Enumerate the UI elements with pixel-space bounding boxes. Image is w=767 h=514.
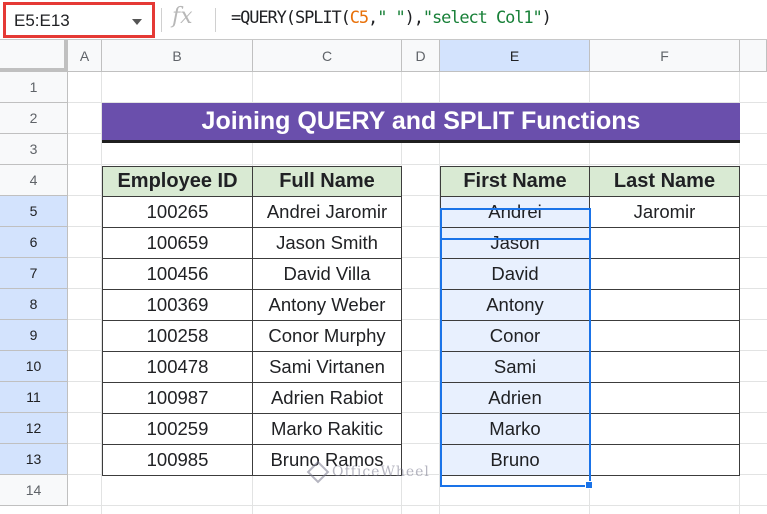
table-cell[interactable]: 100369 <box>102 290 253 321</box>
column-header-e[interactable]: E <box>440 40 590 72</box>
table-cell[interactable]: Antony <box>440 290 590 321</box>
table-cell[interactable] <box>590 290 740 321</box>
name-box-value: E5:E13 <box>14 11 70 30</box>
table-cell[interactable]: Conor Murphy <box>253 321 402 352</box>
function-icon: fx <box>172 4 193 29</box>
row-header-12[interactable]: 12 <box>0 413 68 444</box>
grid-line <box>68 505 767 506</box>
left-table-header[interactable]: Employee ID <box>102 166 253 197</box>
column-header-d[interactable]: D <box>402 40 440 72</box>
table-cell[interactable]: Andrei Jaromir <box>253 197 402 228</box>
row-header-9[interactable]: 9 <box>0 320 68 351</box>
fill-handle[interactable] <box>585 481 593 489</box>
table-cell[interactable]: Jason <box>440 228 590 259</box>
row-header-2[interactable]: 2 <box>0 103 68 134</box>
formula-suffix: ) <box>541 8 552 28</box>
divider <box>215 8 216 32</box>
table-cell[interactable]: 100258 <box>102 321 253 352</box>
divider <box>161 8 162 32</box>
formula-ref: C5 <box>349 8 369 28</box>
row-header-11[interactable]: 11 <box>0 382 68 413</box>
right-table-header[interactable]: Last Name <box>590 166 740 197</box>
left-table-header[interactable]: Full Name <box>253 166 402 197</box>
column-header-b[interactable]: B <box>102 40 253 72</box>
table-cell[interactable]: Andrei <box>440 197 590 228</box>
table-cell[interactable]: Jason Smith <box>253 228 402 259</box>
table-cell[interactable]: Adrien <box>440 383 590 414</box>
table-cell[interactable]: Jaromir <box>590 197 740 228</box>
table-cell[interactable]: Antony Weber <box>253 290 402 321</box>
chevron-down-icon[interactable] <box>132 19 142 25</box>
grid-line <box>68 164 767 165</box>
title-banner: Joining QUERY and SPLIT Functions <box>102 103 740 143</box>
select-all-corner[interactable] <box>0 40 68 72</box>
row-header-10[interactable]: 10 <box>0 351 68 382</box>
table-cell[interactable] <box>590 445 740 476</box>
row-header-14[interactable]: 14 <box>0 475 68 506</box>
table-cell[interactable]: Sami <box>440 352 590 383</box>
table-cell[interactable]: 100456 <box>102 259 253 290</box>
row-header-5[interactable]: 5 <box>0 196 68 227</box>
formula-bar: E5:E13 fx =QUERY(SPLIT(C5," "),"select C… <box>0 0 767 40</box>
table-cell[interactable]: 100987 <box>102 383 253 414</box>
table-cell[interactable]: Bruno <box>440 445 590 476</box>
table-cell[interactable]: Marko <box>440 414 590 445</box>
row-header-3[interactable]: 3 <box>0 134 68 165</box>
table-cell[interactable]: 100259 <box>102 414 253 445</box>
table-cell[interactable]: 100659 <box>102 228 253 259</box>
table-cell[interactable]: 100265 <box>102 197 253 228</box>
table-cell[interactable] <box>590 414 740 445</box>
column-header-g[interactable] <box>740 40 767 72</box>
formula-mid: ), <box>404 8 424 28</box>
table-cell[interactable]: Sami Virtanen <box>253 352 402 383</box>
table-cell[interactable]: 100985 <box>102 445 253 476</box>
formula-prefix: =QUERY(SPLIT( <box>231 8 351 28</box>
watermark: OfficeWheel <box>306 460 430 484</box>
row-header-8[interactable]: 8 <box>0 289 68 320</box>
formula-input[interactable]: =QUERY(SPLIT(C5," "),"select Col1") <box>231 8 552 28</box>
column-header-c[interactable]: C <box>253 40 402 72</box>
formula-string-delim: " " <box>377 8 406 28</box>
watermark-text: OfficeWheel <box>332 464 430 480</box>
table-cell[interactable] <box>590 228 740 259</box>
table-cell[interactable] <box>590 259 740 290</box>
row-header-4[interactable]: 4 <box>0 165 68 196</box>
table-cell[interactable] <box>590 352 740 383</box>
table-cell[interactable]: Adrien Rabiot <box>253 383 402 414</box>
table-cell[interactable]: David Villa <box>253 259 402 290</box>
right-table-header[interactable]: First Name <box>440 166 590 197</box>
row-header-6[interactable]: 6 <box>0 227 68 258</box>
table-cell[interactable]: 100478 <box>102 352 253 383</box>
column-header-f[interactable]: F <box>590 40 740 72</box>
column-header-a[interactable]: A <box>68 40 102 72</box>
row-header-7[interactable]: 7 <box>0 258 68 289</box>
row-header-1[interactable]: 1 <box>0 72 68 103</box>
table-cell[interactable] <box>590 383 740 414</box>
watermark-logo-icon <box>306 460 330 484</box>
table-cell[interactable]: Marko Rakitic <box>253 414 402 445</box>
table-cell[interactable]: David <box>440 259 590 290</box>
name-box[interactable]: E5:E13 <box>3 2 155 38</box>
table-cell[interactable]: Conor <box>440 321 590 352</box>
table-cell[interactable] <box>590 321 740 352</box>
formula-string-query: "select Col1" <box>422 8 543 28</box>
formula-comma: , <box>368 8 378 28</box>
row-header-13[interactable]: 13 <box>0 444 68 475</box>
